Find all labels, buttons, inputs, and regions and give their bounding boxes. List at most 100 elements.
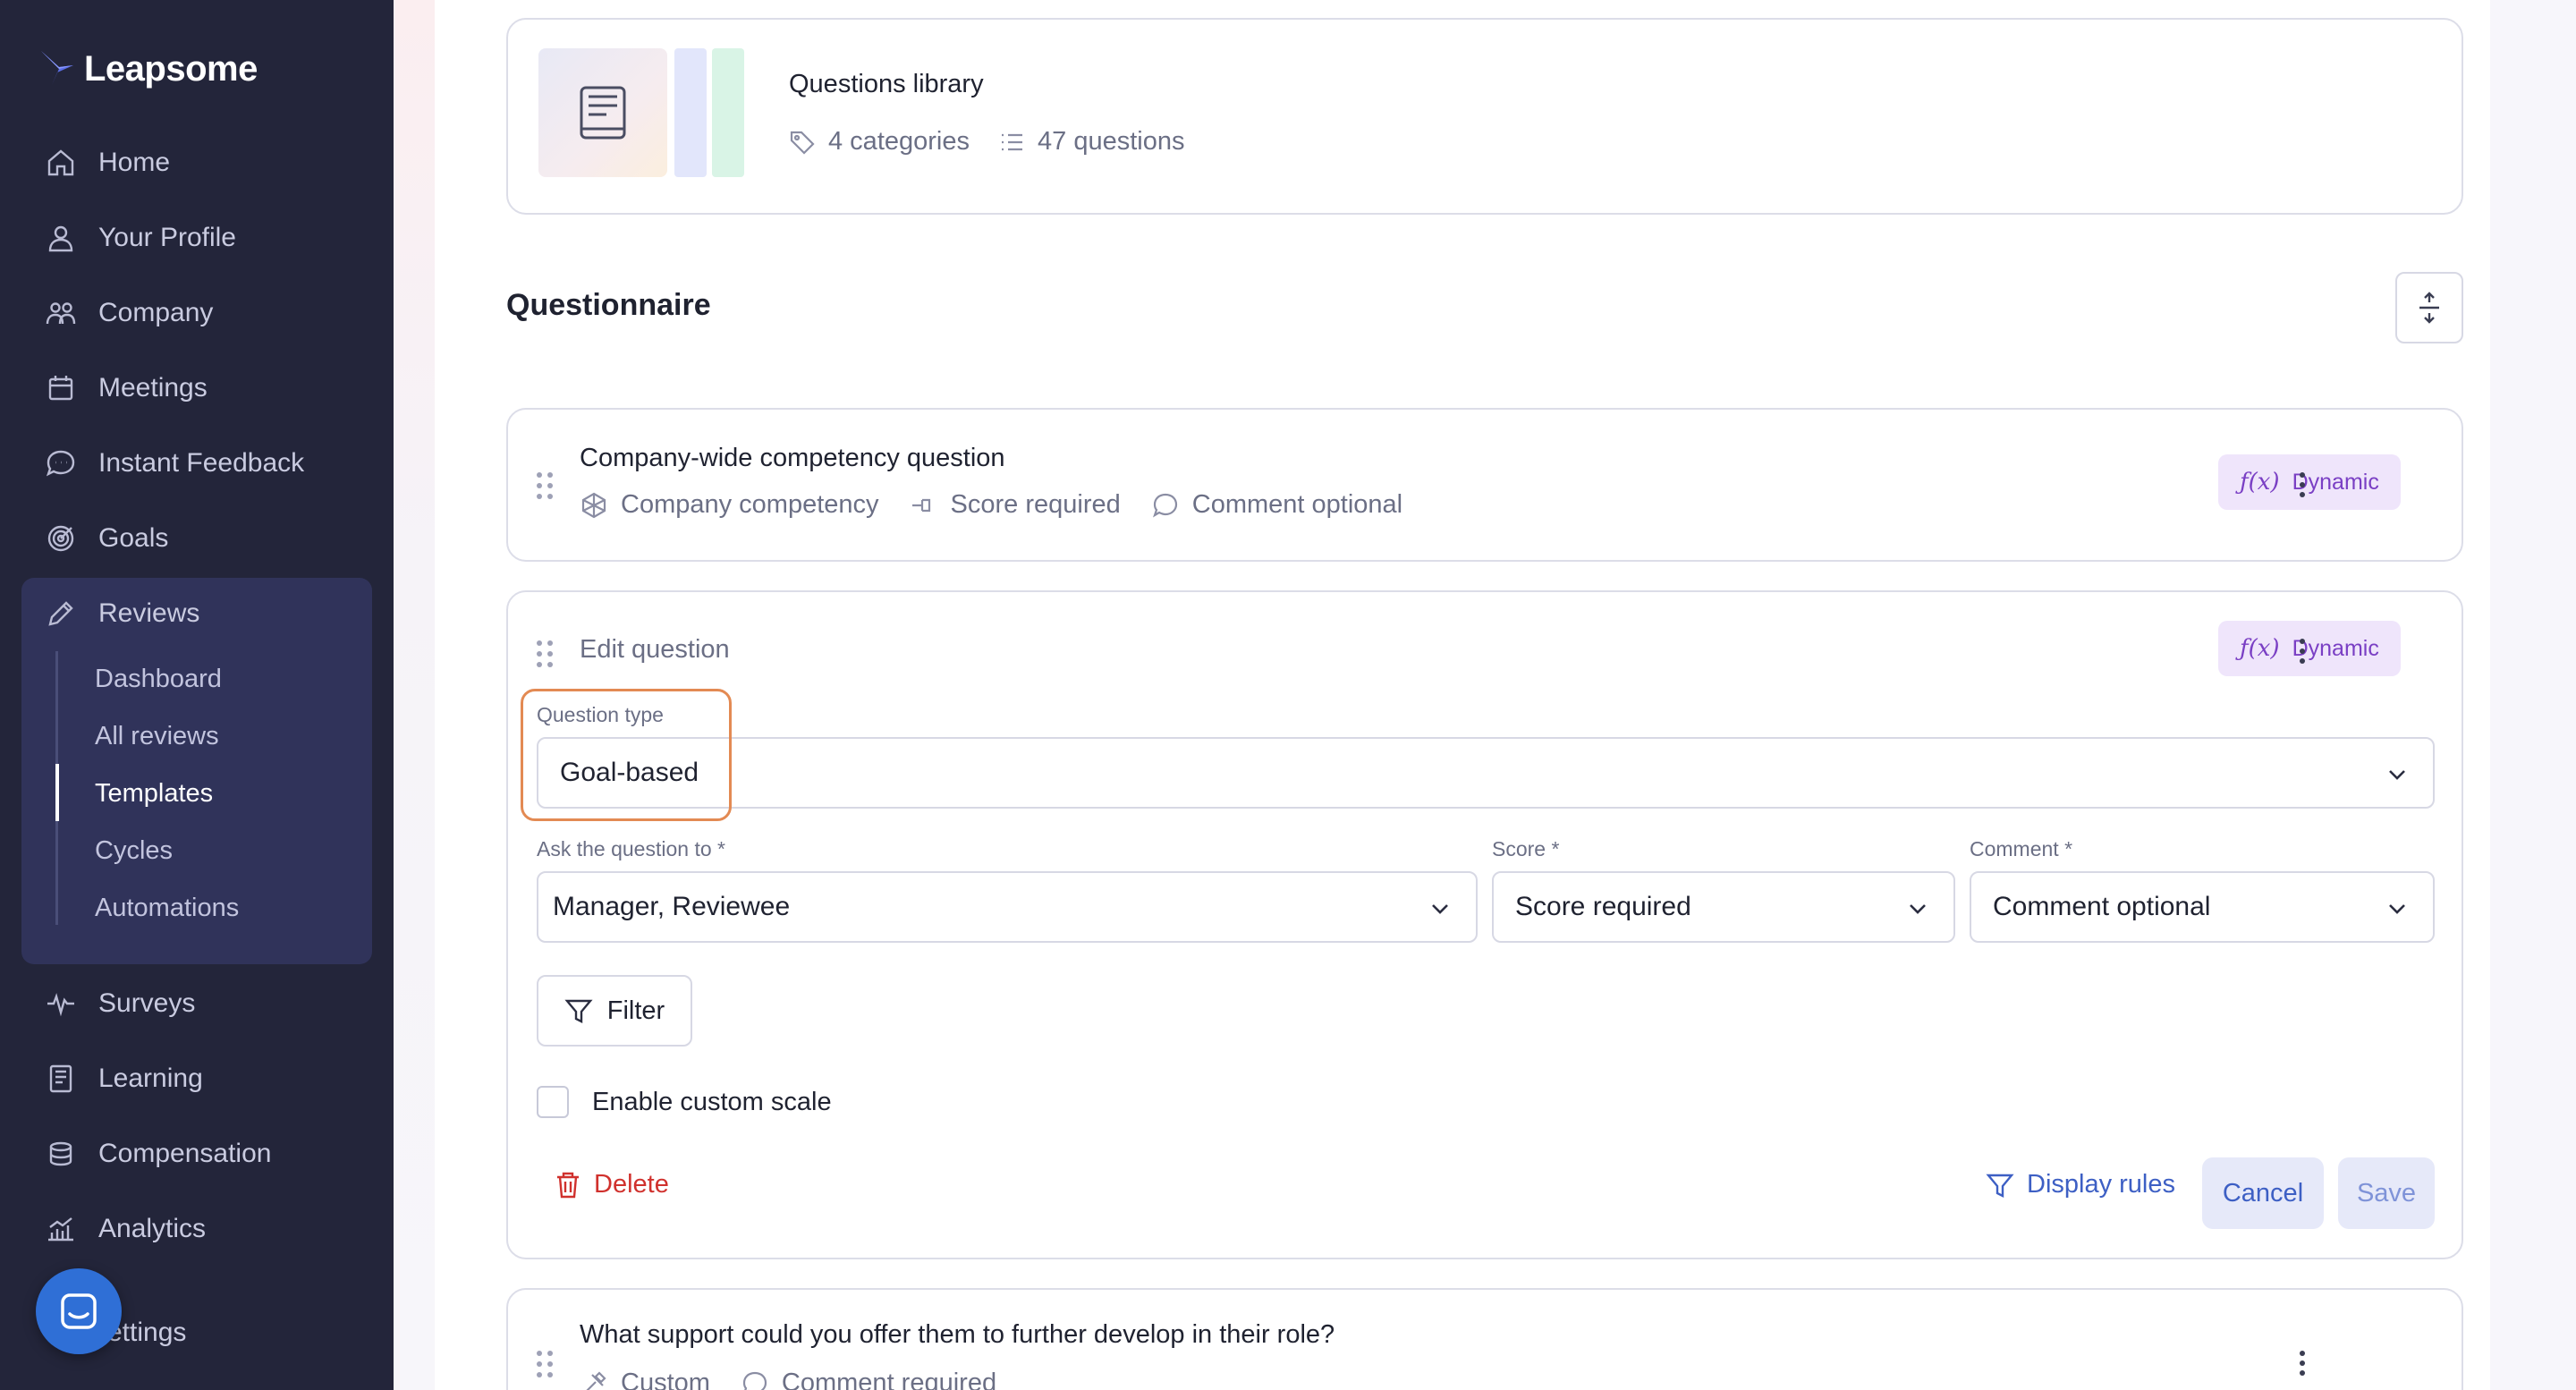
- chevron-down-icon: [1905, 896, 1930, 921]
- sidebar-item-label: Analytics: [98, 1214, 207, 1243]
- expand-collapse-icon: [2419, 292, 2439, 324]
- question-meta: Custom Comment required: [580, 1369, 996, 1390]
- save-button[interactable]: Save: [2338, 1157, 2435, 1229]
- sidebar-item-surveys[interactable]: Surveys: [45, 977, 195, 1030]
- user-icon: [48, 225, 73, 252]
- drag-handle-icon[interactable]: [537, 640, 555, 667]
- sidebar-subitem-dashboard[interactable]: Dashboard: [95, 657, 222, 701]
- leapsome-logo[interactable]: Leapsome: [39, 45, 258, 93]
- custom-scale-checkbox[interactable]: [537, 1086, 569, 1118]
- question-meta: Company competency Score required Commen…: [580, 490, 1402, 520]
- expand-collapse-button[interactable]: [2395, 272, 2463, 343]
- sidebar: Leapsome Home Your Profile Company Meeti…: [0, 0, 394, 1390]
- library-categories: 4 categories: [789, 127, 970, 157]
- filter-button[interactable]: Filter: [537, 975, 692, 1047]
- sidebar-item-label: Home: [98, 148, 171, 177]
- questionnaire-title: Questionnaire: [506, 288, 711, 322]
- question-card-support[interactable]: What support could you offer them to fur…: [506, 1288, 2463, 1390]
- filter-button-label: Filter: [606, 996, 665, 1025]
- library-title: Questions library: [789, 70, 984, 98]
- content-left-margin: [394, 0, 435, 1390]
- question-type-text: Custom: [621, 1369, 710, 1390]
- question-comment-text: Comment required: [781, 1369, 997, 1390]
- sidebar-subitem-all-reviews[interactable]: All reviews: [95, 714, 219, 759]
- sidebar-item-label: Goals: [98, 523, 169, 553]
- question-title: What support could you offer them to fur…: [580, 1320, 1335, 1349]
- target-icon: [47, 525, 74, 552]
- library-thumbnail: [538, 48, 667, 177]
- sidebar-item-goals[interactable]: Goals: [45, 512, 168, 565]
- sidebar-item-instant-feedback[interactable]: Instant Feedback: [45, 436, 304, 490]
- sidebar-item-learning[interactable]: Learning: [45, 1052, 203, 1106]
- score-icon: [911, 498, 930, 512]
- sidebar-item-compensation[interactable]: Compensation: [45, 1127, 271, 1181]
- score-value: Score required: [1515, 892, 1691, 921]
- sidebar-item-label: Surveys: [98, 988, 196, 1018]
- display-rules-button[interactable]: Display rules: [1986, 1170, 2175, 1199]
- comment-icon: [742, 1371, 767, 1390]
- ask-question-label: Ask the question to *: [537, 837, 725, 860]
- drag-handle-icon[interactable]: [537, 1351, 555, 1377]
- function-icon: ƒ(x): [2240, 635, 2280, 662]
- sidebar-item-label: Your Profile: [98, 223, 236, 252]
- chevron-down-icon: [1428, 896, 1453, 921]
- chevron-down-icon: [2385, 896, 2410, 921]
- question-type-custom: Custom: [580, 1369, 710, 1390]
- score-select[interactable]: Score required: [1492, 871, 1955, 943]
- drag-handle-icon[interactable]: [537, 472, 555, 499]
- ask-question-select[interactable]: Manager, Reviewee: [537, 871, 1478, 943]
- pulse-icon: [47, 993, 74, 1017]
- people-icon: [46, 302, 76, 325]
- questions-library-card[interactable]: Questions library 4 categories 47 questi…: [506, 18, 2463, 215]
- question-comment: Comment optional: [1151, 490, 1402, 520]
- sidebar-item-label: Reviews: [98, 598, 200, 628]
- sidebar-item-label: Meetings: [98, 373, 208, 403]
- sidebar-item-reviews[interactable]: Reviews: [45, 587, 199, 640]
- library-book-icon: [580, 86, 626, 140]
- display-rules-label: Display rules: [2027, 1170, 2175, 1199]
- sidebar-subitem-automations[interactable]: Automations: [95, 886, 239, 930]
- ask-question-value: Manager, Reviewee: [553, 892, 791, 921]
- sidebar-item-label: Instant Feedback: [98, 448, 305, 478]
- messenger-icon: [61, 1293, 97, 1329]
- sidebar-item-meetings[interactable]: Meetings: [45, 361, 208, 415]
- pencil-icon: [48, 601, 73, 626]
- content-right-margin: [2490, 0, 2576, 1390]
- question-comment: Comment required: [741, 1369, 996, 1390]
- filter-icon: [564, 999, 593, 1023]
- sidebar-item-label: Learning: [98, 1064, 203, 1093]
- sidebar-item-home[interactable]: Home: [45, 136, 170, 190]
- question-score-text: Score required: [950, 490, 1121, 519]
- question-comment-text: Comment optional: [1191, 490, 1403, 519]
- custom-scale-label: Enable custom scale: [592, 1088, 832, 1116]
- chat-icon: [46, 450, 75, 477]
- sidebar-item-label: Company: [98, 298, 214, 327]
- more-options-icon[interactable]: [2293, 633, 2311, 669]
- comment-icon: [1152, 493, 1177, 517]
- question-competency-text: Company competency: [621, 490, 879, 519]
- delete-button[interactable]: Delete: [555, 1170, 669, 1199]
- calendar-icon: [48, 376, 73, 401]
- library-questions: 47 questions: [998, 127, 1184, 157]
- question-card-competency[interactable]: Company-wide competency question Company…: [506, 408, 2463, 562]
- sidebar-item-company[interactable]: Company: [45, 286, 213, 340]
- competency-icon: [581, 492, 606, 518]
- edit-question-header: Edit question: [580, 635, 730, 664]
- comment-select[interactable]: Comment optional: [1970, 871, 2435, 943]
- score-label: Score *: [1492, 837, 1560, 860]
- sidebar-subitem-templates[interactable]: Templates: [95, 771, 213, 816]
- sidebar-item-analytics[interactable]: Analytics: [45, 1202, 206, 1256]
- sidebar-subitem-cycles[interactable]: Cycles: [95, 828, 173, 873]
- intercom-launcher[interactable]: [36, 1268, 122, 1354]
- question-type-value: Goal-based: [560, 758, 699, 787]
- comment-label: Comment *: [1970, 837, 2073, 860]
- question-type-select[interactable]: Goal-based: [537, 737, 2435, 809]
- sidebar-item-your-profile[interactable]: Your Profile: [45, 211, 236, 265]
- library-thumbnail-strip: [712, 48, 744, 177]
- cancel-button[interactable]: Cancel: [2202, 1157, 2324, 1229]
- sidebar-item-label: Compensation: [98, 1139, 272, 1168]
- library-meta: 4 categories 47 questions: [789, 127, 1184, 157]
- more-options-icon[interactable]: [2293, 467, 2311, 503]
- tag-icon: [790, 131, 815, 155]
- more-options-icon[interactable]: [2293, 1345, 2311, 1381]
